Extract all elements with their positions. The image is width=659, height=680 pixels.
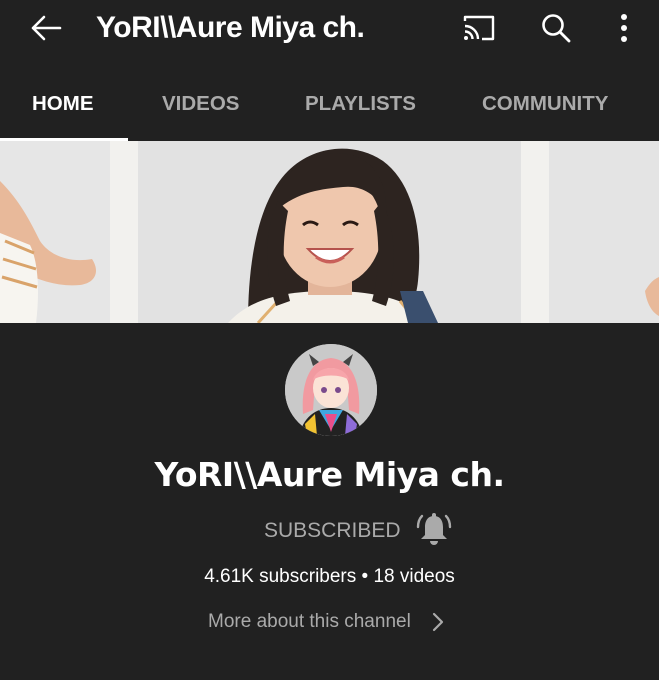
- app-bar-title: YoRI\\Aure Miya ch.: [96, 11, 365, 44]
- tab-videos[interactable]: VIDEOS: [162, 92, 239, 116]
- search-icon: [542, 14, 571, 43]
- banner-photo-left: [0, 141, 110, 323]
- channel-avatar: [285, 344, 377, 436]
- cast-button[interactable]: [455, 8, 503, 48]
- channel-name: YoRI\\Aure Miya ch.: [154, 455, 505, 494]
- back-button[interactable]: [22, 8, 70, 48]
- cast-icon: [463, 15, 495, 41]
- more-about-channel-link[interactable]: More about this channel: [208, 611, 445, 633]
- chevron-right-icon: [432, 612, 443, 632]
- back-arrow-icon: [31, 15, 62, 41]
- banner-photo-main: [138, 141, 521, 323]
- more-vertical-icon: [621, 14, 627, 42]
- banner-photo-right: [549, 141, 659, 323]
- subscribed-button[interactable]: SUBSCRIBED: [264, 519, 401, 543]
- search-button[interactable]: [532, 8, 580, 48]
- more-options-button[interactable]: [600, 8, 648, 48]
- tab-playlists[interactable]: PLAYLISTS: [305, 92, 416, 116]
- channel-banner: [0, 141, 659, 323]
- app-bar: YoRI\\Aure Miya ch.: [0, 0, 659, 64]
- tab-home[interactable]: HOME: [32, 92, 94, 116]
- more-about-label: More about this channel: [208, 611, 411, 632]
- bell-ringing-icon: [416, 513, 452, 545]
- channel-stats: 4.61K subscribers • 18 videos: [204, 566, 455, 587]
- notification-bell-button[interactable]: [415, 510, 453, 548]
- channel-tabs: HOME VIDEOS PLAYLISTS COMMUNITY: [0, 70, 659, 142]
- tab-community[interactable]: COMMUNITY: [482, 92, 608, 116]
